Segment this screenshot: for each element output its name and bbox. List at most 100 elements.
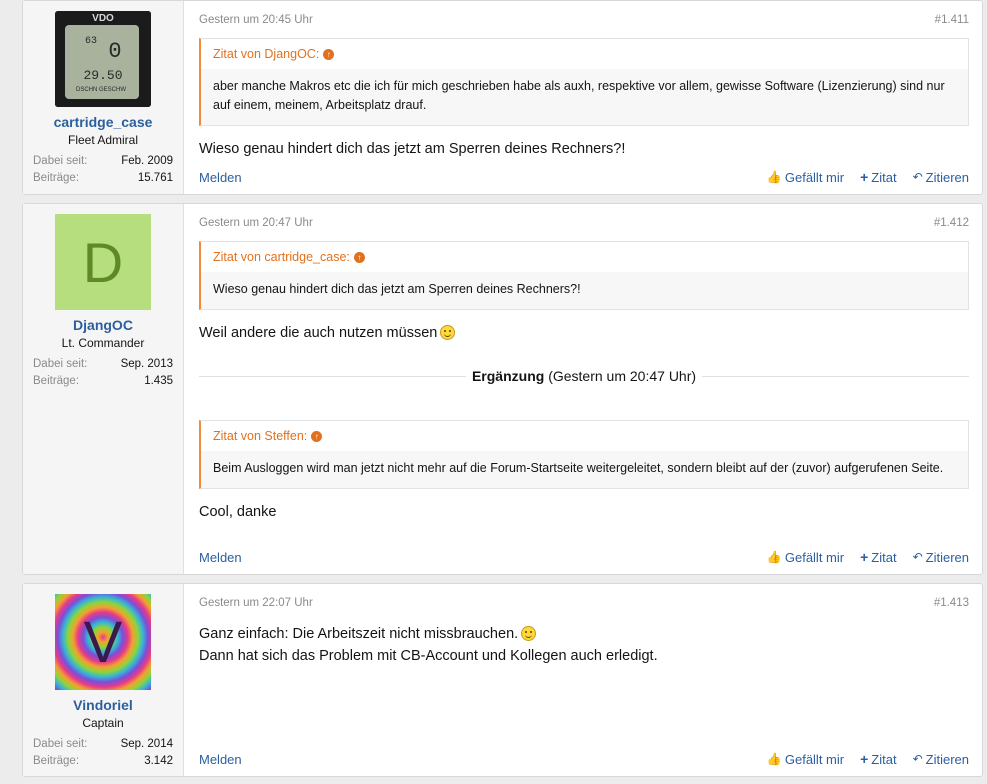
quote-text: Wieso genau hindert dich das jetzt am Sp… [213,282,581,296]
quote-button[interactable]: + Zitat [860,549,896,565]
joined-value: Sep. 2013 [120,358,173,370]
user-stats: Dabei seit: Sep. 2014 Beiträge: 3.142 [33,736,173,770]
reply-icon: ↶ [912,752,923,766]
user-panel: D DjangOC Lt. Commander Dabei seit: Sep. … [23,204,184,574]
reply-icon: ↶ [912,170,923,184]
post-text-line: Ganz einfach: Die Arbeitszeit nicht miss… [199,623,969,645]
addition-header: Ergänzung (Gestern um 20:47 Uhr) [466,368,702,384]
quote-label: Zitat [871,549,897,565]
svg-text:29.50: 29.50 [83,68,122,83]
avatar-letter: D [82,230,124,294]
quote-source-link[interactable]: Zitat von DjangOC: ↑ [201,39,968,69]
quote-source-link[interactable]: Zitat von Steffen: ↑ [201,421,968,451]
post-meta: Gestern um 22:07 Uhr #1.413 [199,597,969,609]
report-link[interactable]: Melden [199,169,242,185]
username[interactable]: DjangOC [33,317,173,333]
post-number[interactable]: #1.412 [934,217,969,229]
joined-label: Dabei seit: [33,738,88,750]
post-body: Gestern um 20:47 Uhr #1.412 Zitat von ca… [184,204,982,574]
addition-time: (Gestern um 20:47 Uhr) [548,368,697,384]
avatar[interactable]: V [55,594,151,690]
quote-block: Zitat von cartridge_case: ↑ Wieso genau … [199,241,969,310]
post-actions: Melden 👍 Gefällt mir + Zitat ↶ Zitieren [199,751,969,767]
like-button[interactable]: 👍 Gefällt mir [767,751,844,767]
quote-source-link[interactable]: Zitat von cartridge_case: ↑ [201,242,968,272]
username[interactable]: Vindoriel [33,697,173,713]
posts-value: 15.761 [137,172,173,184]
like-label: Gefällt mir [784,169,845,185]
svg-text:0: 0 [108,39,121,64]
reply-button[interactable]: ↶ Zitieren [913,549,969,565]
post-text-content: Ganz einfach: Die Arbeitszeit nicht miss… [199,626,519,642]
post-text: Wieso genau hindert dich das jetzt am Sp… [199,141,626,157]
like-button[interactable]: 👍 Gefällt mir [767,169,844,185]
arrow-up-icon: ↑ [323,48,335,60]
quote-source-label: Zitat von DjangOC: [213,47,320,61]
reply-icon: ↶ [912,550,923,564]
separator-line [702,375,970,377]
avatar[interactable]: VDO 63 0 29.50 DSCHN GESCHW [55,11,151,107]
user-panel: V Vindoriel Captain Dabei seit: Sep. 2014… [23,584,184,776]
like-label: Gefällt mir [784,751,845,767]
quote-label: Zitat [871,169,897,185]
posts-value: 1.435 [144,375,173,387]
smiley-icon [440,325,456,340]
plus-icon: + [860,751,869,767]
smiley-icon [521,626,537,641]
arrow-up-icon: ↑ [353,251,365,263]
joined-value: Sep. 2014 [120,738,173,750]
post-number[interactable]: #1.413 [934,597,969,609]
avatar-letter: V [83,609,123,675]
reply-button[interactable]: ↶ Zitieren [913,751,969,767]
post-time[interactable]: Gestern um 20:45 Uhr [199,14,313,26]
thread: VDO 63 0 29.50 DSCHN GESCHW cartridge_ca… [0,0,987,784]
post-body: Gestern um 20:45 Uhr #1.411 Zitat von Dj… [184,1,982,194]
post-time[interactable]: Gestern um 20:47 Uhr [199,217,313,229]
report-link[interactable]: Melden [199,751,242,767]
posts-label: Beiträge: [33,172,80,184]
post-1412: D DjangOC Lt. Commander Dabei seit: Sep. … [22,203,983,575]
quote-text: Beim Ausloggen wird man jetzt nicht mehr… [213,461,944,475]
quote-block: Zitat von DjangOC: ↑ aber manche Makros … [199,38,969,126]
joined-label: Dabei seit: [33,155,88,167]
svg-text:63: 63 [85,36,97,47]
quote-block: Zitat von Steffen: ↑ Beim Ausloggen wird… [199,420,969,489]
user-title: Captain [82,716,124,730]
plus-icon: + [860,169,869,185]
post-1411: VDO 63 0 29.50 DSCHN GESCHW cartridge_ca… [22,0,983,195]
post-time[interactable]: Gestern um 22:07 Uhr [199,597,313,609]
reply-label: Zitieren [925,549,969,565]
thumbs-up-icon: 👍 [766,752,782,766]
post-number[interactable]: #1.411 [935,14,969,26]
addition-label: Ergänzung [471,368,545,384]
like-button[interactable]: 👍 Gefällt mir [767,549,844,565]
user-title: Fleet Admiral [67,133,139,147]
quote-source-label: Zitat von cartridge_case: [213,250,350,264]
avatar[interactable]: D [55,214,151,310]
quote-button[interactable]: + Zitat [860,169,896,185]
post-actions: Melden 👍 Gefällt mir + Zitat ↶ Zitieren [199,549,969,565]
thumbs-up-icon: 👍 [766,170,782,184]
like-label: Gefällt mir [784,549,845,565]
bike-computer-avatar-image: VDO 63 0 29.50 DSCHN GESCHW [55,11,151,107]
post-text: Weil andere die auch nutzen müssen [199,322,969,344]
post-text: Ganz einfach: Die Arbeitszeit nicht miss… [199,623,969,667]
svg-text:DSCHN GESCHW: DSCHN GESCHW [76,87,126,93]
thumbs-up-icon: 👍 [766,550,782,564]
report-link[interactable]: Melden [199,549,242,565]
svg-text:VDO: VDO [92,13,114,24]
joined-value: Feb. 2009 [121,155,173,167]
user-stats: Dabei seit: Sep. 2013 Beiträge: 1.435 [33,356,173,390]
quote-button[interactable]: + Zitat [860,751,896,767]
post-meta: Gestern um 20:47 Uhr #1.412 [199,217,969,229]
joined-label: Dabei seit: [33,358,88,370]
arrow-up-icon: ↑ [311,430,323,442]
plus-icon: + [860,549,869,565]
post-1413: V Vindoriel Captain Dabei seit: Sep. 2014… [22,583,983,777]
reply-button[interactable]: ↶ Zitieren [913,169,969,185]
username[interactable]: cartridge_case [33,114,173,130]
post-text-line: Dann hat sich das Problem mit CB-Account… [199,648,658,664]
quote-label: Zitat [871,751,897,767]
user-panel: VDO 63 0 29.50 DSCHN GESCHW cartridge_ca… [23,1,184,194]
posts-value: 3.142 [144,755,173,767]
